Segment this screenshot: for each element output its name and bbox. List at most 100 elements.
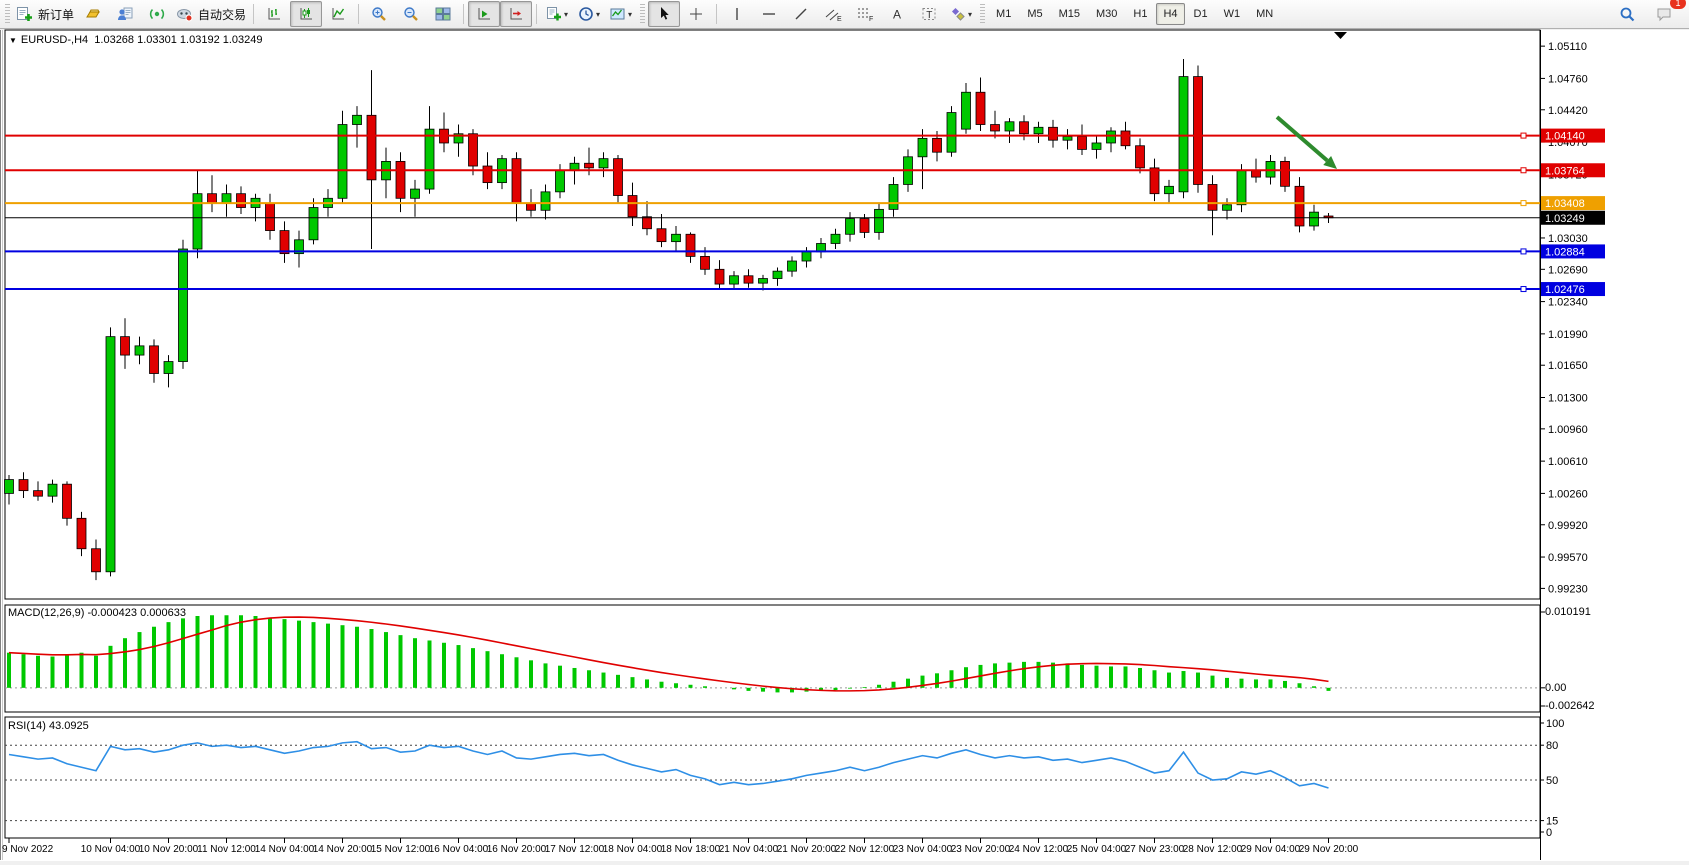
- svg-text:18 Nov 18:00: 18 Nov 18:00: [661, 844, 721, 855]
- crosshair-icon: [688, 6, 704, 22]
- svg-text:1.02476: 1.02476: [1545, 284, 1585, 296]
- gold-bar-icon: [85, 6, 101, 22]
- tf-m15-button[interactable]: M15: [1052, 3, 1087, 25]
- svg-text:1.04420: 1.04420: [1548, 105, 1588, 117]
- new-order-button[interactable]: 新订单: [13, 1, 77, 27]
- cursor-button[interactable]: [648, 1, 680, 27]
- svg-text:F: F: [869, 16, 873, 22]
- new-order-label: 新订单: [38, 6, 74, 23]
- auto-trading-button[interactable]: 自动交易: [173, 1, 249, 27]
- tf-m5-button[interactable]: M5: [1020, 3, 1049, 25]
- svg-text:23 Nov 04:00: 23 Nov 04:00: [893, 844, 953, 855]
- crosshair-button[interactable]: [680, 1, 712, 27]
- svg-text:1.04140: 1.04140: [1545, 131, 1585, 143]
- chevron-down-icon: ▾: [968, 10, 972, 19]
- chart-dropdown-icon[interactable]: ▼: [9, 36, 17, 45]
- svg-text:50: 50: [1546, 775, 1558, 787]
- tf-mn-button[interactable]: MN: [1249, 3, 1280, 25]
- svg-text:100: 100: [1546, 718, 1564, 730]
- chart-shift-button[interactable]: [500, 1, 532, 27]
- trendline-button[interactable]: [785, 1, 817, 27]
- chevron-down-icon: ▾: [564, 10, 568, 19]
- history-center-button[interactable]: [109, 1, 141, 27]
- template-chart-icon: [610, 6, 626, 22]
- tf-h4-button[interactable]: H4: [1156, 3, 1184, 25]
- horizontal-line-icon: [761, 6, 777, 22]
- bar-chart-button[interactable]: [258, 1, 290, 27]
- chart-canvas[interactable]: 1.051101.047601.044201.040701.037201.033…: [0, 0, 1689, 865]
- chevron-down-icon: ▾: [596, 10, 600, 19]
- svg-text:15: 15: [1546, 816, 1558, 828]
- line-chart-button[interactable]: [322, 1, 354, 27]
- svg-text:29 Nov 20:00: 29 Nov 20:00: [1299, 844, 1359, 855]
- svg-text:24 Nov 12:00: 24 Nov 12:00: [1009, 844, 1069, 855]
- svg-text:14 Nov 20:00: 14 Nov 20:00: [313, 844, 373, 855]
- svg-text:25 Nov 04:00: 25 Nov 04:00: [1067, 844, 1127, 855]
- svg-text:1.03030: 1.03030: [1548, 233, 1588, 245]
- svg-text:17 Nov 12:00: 17 Nov 12:00: [545, 844, 605, 855]
- svg-text:16 Nov 04:00: 16 Nov 04:00: [429, 844, 489, 855]
- vertical-line-icon: [729, 6, 745, 22]
- text-button[interactable]: A: [881, 1, 913, 27]
- arrows-button[interactable]: ▾: [945, 1, 977, 27]
- tf-d1-button[interactable]: D1: [1187, 3, 1215, 25]
- svg-text:1.01300: 1.01300: [1548, 392, 1588, 404]
- svg-text:1.01990: 1.01990: [1548, 329, 1588, 341]
- toolbar-grip[interactable]: [5, 4, 10, 24]
- signals-button[interactable]: [141, 1, 173, 27]
- separator: [253, 4, 254, 24]
- zoom-out-icon: [403, 6, 419, 22]
- chart-title: ▼EURUSD-,H4 1.03268 1.03301 1.03192 1.03…: [9, 34, 263, 46]
- new-chart-icon: [546, 6, 562, 22]
- svg-text:1.00960: 1.00960: [1548, 424, 1588, 436]
- zoom-in-button[interactable]: [363, 1, 395, 27]
- new-chart-button[interactable]: ▾: [541, 1, 573, 27]
- auto-scroll-button[interactable]: [468, 1, 500, 27]
- cursor-icon: [656, 6, 672, 22]
- tf-m30-button[interactable]: M30: [1089, 3, 1124, 25]
- fibonacci-icon: F: [856, 6, 874, 22]
- svg-text:1.03249: 1.03249: [1545, 213, 1585, 225]
- templates-button[interactable]: ▾: [605, 1, 637, 27]
- auto-scroll-icon: [476, 6, 492, 22]
- main-toolbar: 新订单 自动交易: [0, 0, 1689, 29]
- svg-text:0.00: 0.00: [1545, 682, 1566, 694]
- market-watch-button[interactable]: [77, 1, 109, 27]
- timeframe-group: M1M5M15M30H1H4D1W1MN: [988, 3, 1281, 25]
- tile-windows-button[interactable]: [427, 1, 459, 27]
- svg-text:1.04760: 1.04760: [1548, 73, 1588, 85]
- equidistant-channel-button[interactable]: E: [817, 1, 849, 27]
- line-chart-icon: [330, 6, 346, 22]
- zoom-in-icon: [371, 6, 387, 22]
- periods-button[interactable]: ▾: [573, 1, 605, 27]
- tf-m1-button[interactable]: M1: [989, 3, 1018, 25]
- horizontal-line-button[interactable]: [753, 1, 785, 27]
- svg-text:14 Nov 04:00: 14 Nov 04:00: [255, 844, 315, 855]
- tf-w1-button[interactable]: W1: [1217, 3, 1248, 25]
- candlestick-chart-button[interactable]: [290, 1, 322, 27]
- svg-text:80: 80: [1546, 740, 1558, 752]
- notifications-button[interactable]: 1: [1649, 1, 1681, 27]
- svg-text:29 Nov 04:00: 29 Nov 04:00: [1241, 844, 1301, 855]
- toolbar-grip[interactable]: [980, 4, 985, 24]
- chat-bubble-icon: [1656, 6, 1674, 22]
- separator: [463, 4, 464, 24]
- auto-trading-icon: [176, 6, 194, 22]
- tf-h1-button[interactable]: H1: [1126, 3, 1154, 25]
- toolbar-grip[interactable]: [640, 4, 645, 24]
- svg-text:10 Nov 20:00: 10 Nov 20:00: [139, 844, 199, 855]
- vertical-line-button[interactable]: [721, 1, 753, 27]
- svg-text:11 Nov 12:00: 11 Nov 12:00: [197, 844, 256, 855]
- signal-icon: [149, 6, 165, 22]
- svg-text:A: A: [893, 8, 901, 22]
- bar-chart-icon: [266, 6, 282, 22]
- separator: [716, 4, 717, 24]
- macd-label: MACD(12,26,9) -0.000423 0.000633: [8, 607, 186, 619]
- text-label-button[interactable]: T: [913, 1, 945, 27]
- svg-text:T: T: [926, 10, 932, 21]
- svg-text:9 Nov 2022: 9 Nov 2022: [2, 844, 54, 855]
- search-button[interactable]: [1611, 1, 1643, 27]
- fibonacci-button[interactable]: F: [849, 1, 881, 27]
- zoom-out-button[interactable]: [395, 1, 427, 27]
- notification-badge: 1: [1670, 0, 1686, 9]
